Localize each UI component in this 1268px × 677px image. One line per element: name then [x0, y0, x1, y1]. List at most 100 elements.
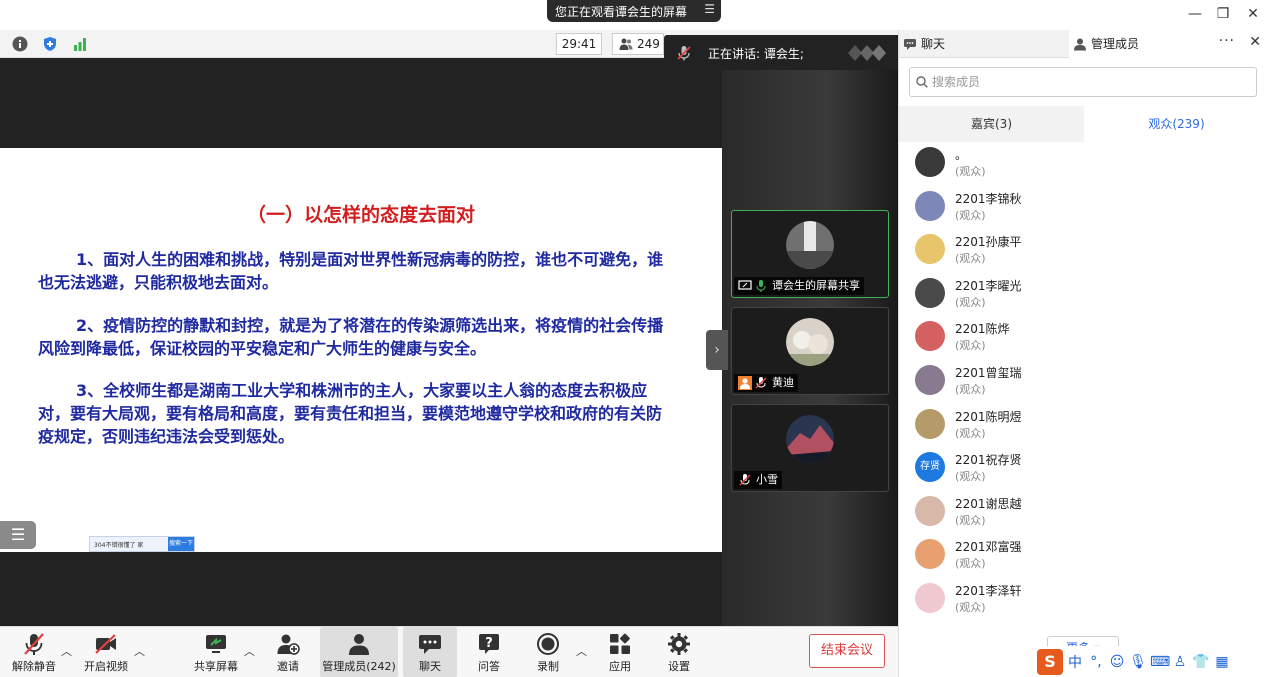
video-tile-screen-share[interactable]: 谭会生的屏幕共享	[731, 210, 889, 298]
search-input[interactable]	[932, 73, 1242, 91]
member-row[interactable]: 。 (观众)	[899, 144, 1268, 188]
manage-members-button[interactable]: 管理成员(242)	[320, 627, 398, 677]
speaking-text: 正在讲话: 谭会生;	[708, 46, 804, 61]
share-options-caret-icon[interactable]: ︿	[244, 643, 256, 658]
member-row[interactable]: 2201陈烨 (观众)	[899, 318, 1268, 362]
invite-label: 邀请	[277, 660, 299, 673]
member-search[interactable]	[909, 67, 1257, 97]
record-button[interactable]: 录制	[518, 627, 578, 677]
member-row[interactable]: 2201曾玺瑞 (观众)	[899, 362, 1268, 406]
video-label-text: 小雪	[756, 473, 778, 486]
member-name: 2201李曜光	[955, 278, 1022, 293]
qa-button[interactable]: ? 问答	[459, 627, 519, 677]
mute-options-caret-icon[interactable]: ︿	[61, 643, 73, 658]
ime-punctuation-icon[interactable]: °,	[1087, 654, 1105, 670]
member-row[interactable]: 2201李泽轩 (观众)	[899, 580, 1268, 624]
more-options-icon[interactable]: ···	[1219, 33, 1235, 49]
settings-button[interactable]: 设置	[649, 627, 709, 677]
restore-button[interactable]: ❐	[1212, 4, 1234, 24]
signal-icon[interactable]	[72, 36, 88, 52]
meeting-window: 您正在观看谭会生的屏幕 ☰ — ❐ ✕ 29:41 249 （一）以怎样的态度去…	[0, 0, 1268, 677]
minimize-button[interactable]: —	[1184, 4, 1206, 24]
ime-skin-icon[interactable]: 👕	[1192, 654, 1210, 670]
member-role: (观众)	[955, 339, 986, 353]
member-avatar	[915, 234, 945, 265]
member-row[interactable]: 2201李曜光 (观众)	[899, 275, 1268, 319]
user-avatar-icon	[738, 376, 752, 390]
member-row[interactable]: 2201李锦秋 (观众)	[899, 188, 1268, 232]
mic-active-icon	[756, 280, 766, 292]
list-toggle-icon[interactable]: ☰	[0, 521, 36, 549]
video-label-screen-share: 谭会生的屏幕共享	[734, 277, 864, 295]
shared-screen-area: （一）以怎样的态度去面对 1、面对人生的困难和挑战，特别是面对世界性新冠病毒的防…	[0, 58, 722, 626]
video-label-huangdi: 黄迪	[734, 374, 798, 392]
chat-button[interactable]: 聊天	[403, 627, 457, 677]
unmute-button[interactable]: 解除静音	[4, 627, 64, 677]
panel-close-button[interactable]: ✕	[1249, 34, 1261, 50]
member-name: 。	[955, 148, 968, 162]
video-off-icon	[95, 634, 116, 654]
end-meeting-button[interactable]: 结束会议	[809, 634, 885, 668]
member-name: 2201陈明煜	[955, 409, 1022, 424]
share-screen-icon	[206, 635, 226, 653]
member-role: (观众)	[955, 208, 986, 222]
apps-icon	[610, 633, 630, 654]
tab-manage-members[interactable]: 管理成员	[1069, 30, 1268, 58]
video-tile-xiaoxue[interactable]: 小雪	[731, 404, 889, 492]
slide-paragraph-2: 2、疫情防控的静默和封控，就是为了将潜在的传染源筛选出来，将疫情的社会传播风险到…	[38, 316, 664, 358]
record-options-caret-icon[interactable]: ︿	[576, 643, 588, 658]
tab-chat-label: 聊天	[921, 37, 946, 51]
record-icon	[537, 633, 559, 655]
tab-chat[interactable]: 聊天	[899, 30, 1069, 58]
start-video-button[interactable]: 开启视频	[76, 627, 136, 677]
member-row[interactable]: 2201孙康平 (观众)	[899, 231, 1268, 275]
member-row[interactable]: 存贤 2201祝存贤 (观众)	[899, 449, 1268, 493]
ime-mode-chinese[interactable]: 中	[1066, 652, 1084, 672]
tab-guests[interactable]: 嘉宾(3)	[899, 106, 1084, 142]
security-shield-icon[interactable]	[42, 36, 58, 52]
ime-logo-icon[interactable]: S	[1037, 648, 1063, 675]
member-role: (观众)	[955, 601, 986, 614]
ime-toolbox-icon[interactable]: ▦	[1213, 654, 1231, 670]
tab-audience[interactable]: 观众(239)	[1084, 106, 1268, 142]
member-name: 2201李锦秋	[955, 191, 1022, 206]
video-label-text: 谭会生的屏幕共享	[772, 279, 860, 292]
chat-icon	[904, 39, 916, 50]
invite-button[interactable]: 邀请	[258, 627, 318, 677]
people-icon	[619, 38, 633, 50]
ime-emoji-icon[interactable]: ☺	[1108, 654, 1126, 670]
member-avatar	[915, 277, 945, 308]
apps-button[interactable]: 应用	[590, 627, 650, 677]
member-name: 2201邓富强	[955, 540, 1022, 555]
member-role: (观众)	[955, 295, 986, 309]
share-banner[interactable]: 您正在观看谭会生的屏幕 ☰	[547, 0, 721, 22]
member-row[interactable]: 2201邓富强 (观众)	[899, 536, 1268, 580]
member-avatar	[915, 539, 945, 570]
info-icon[interactable]	[12, 36, 28, 52]
member-subtabs: 嘉宾(3) 观众(239)	[899, 106, 1268, 142]
video-options-caret-icon[interactable]: ︿	[134, 643, 146, 658]
mountain-avatar	[786, 415, 834, 463]
banner-menu-icon[interactable]: ☰	[704, 2, 715, 16]
ime-user-icon[interactable]: ♙	[1171, 654, 1189, 670]
member-role: (观众)	[955, 513, 986, 527]
slide-taskbar: 304不错很懂了 家 搜索一下	[89, 536, 195, 552]
waterfall-avatar	[786, 221, 834, 269]
people-icon	[349, 634, 369, 655]
member-avatar	[915, 495, 945, 526]
share-screen-button[interactable]: 共享屏幕	[186, 627, 246, 677]
member-role: (观众)	[955, 165, 986, 178]
video-label-xiaoxue: 小雪	[734, 471, 782, 489]
member-role: (观众)	[955, 383, 986, 396]
member-row[interactable]: 2201谢思越 (观众)	[899, 493, 1268, 537]
participant-count[interactable]: 249	[612, 33, 664, 55]
close-button[interactable]: ✕	[1242, 4, 1264, 24]
slide-taskbar-button: 搜索一下	[168, 537, 194, 551]
member-name: 2201谢思越	[955, 496, 1022, 511]
ime-voice-icon[interactable]: 🎙	[1129, 654, 1147, 670]
collapse-video-chevron-icon[interactable]: ›	[706, 330, 728, 370]
member-row[interactable]: 2201陈明煜 (观众)	[899, 406, 1268, 450]
video-tile-huangdi[interactable]: 黄迪	[731, 307, 889, 395]
meeting-logo-icon	[848, 45, 886, 61]
ime-keyboard-icon[interactable]: ⌨	[1150, 654, 1170, 670]
